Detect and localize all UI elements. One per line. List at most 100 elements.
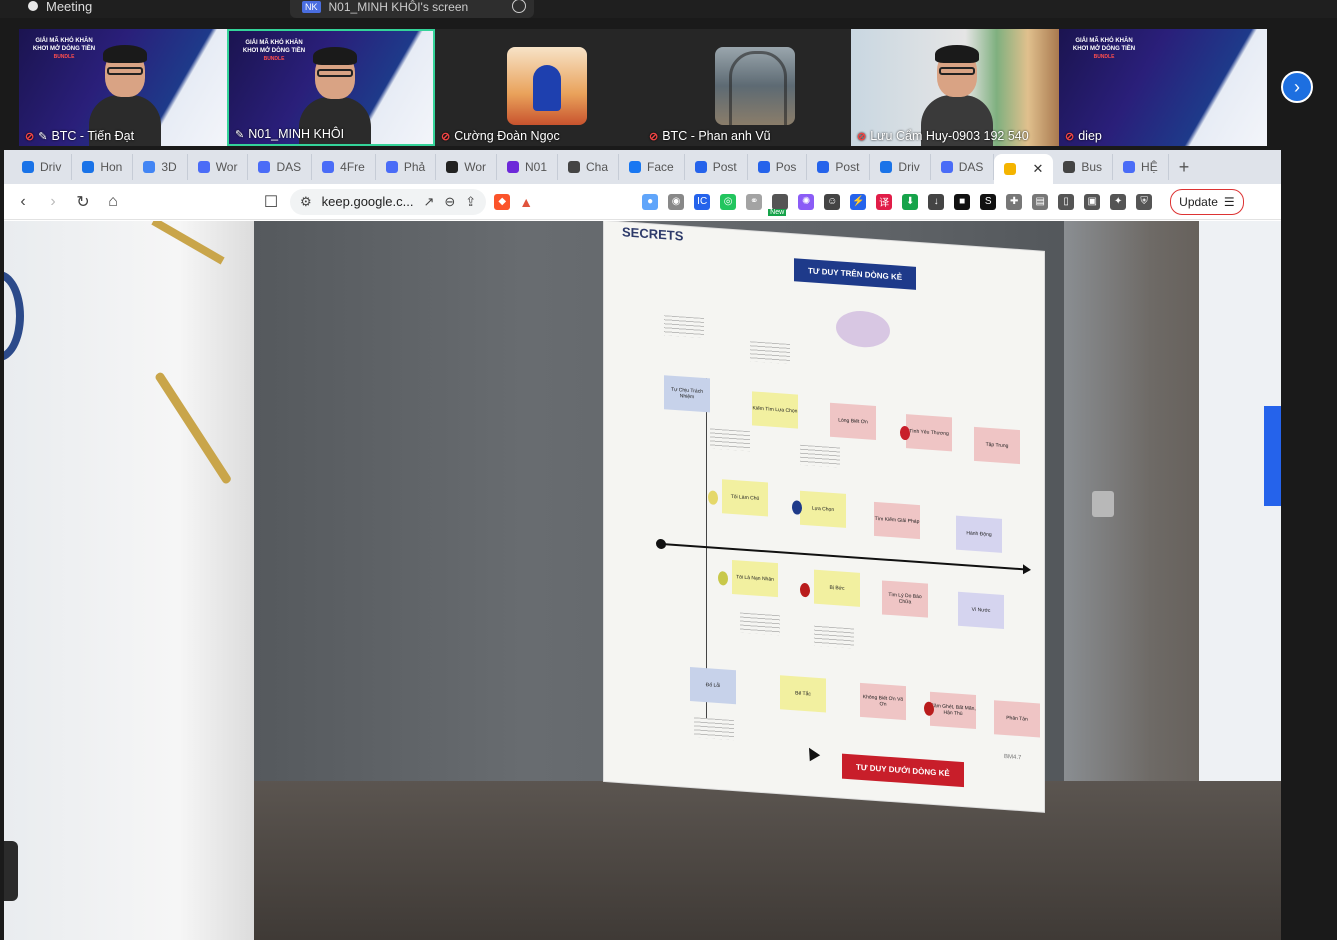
participant-tile[interactable]: GIẢI MÃ KHÓ KHĂN KHƠI MỞ DÒNG TIỀN BUNDLE … — [1059, 29, 1267, 146]
browser-tab[interactable]: Post — [807, 154, 871, 180]
update-button[interactable]: Update ☰ — [1170, 188, 1244, 215]
sidebar-icon[interactable]: ▯ — [1058, 193, 1075, 210]
doc-icon — [940, 161, 953, 173]
tab-label: HỆ — [1141, 160, 1158, 174]
browser-tab[interactable]: Wor — [188, 154, 249, 180]
camera-icon[interactable]: ◉ — [668, 193, 685, 210]
vpn-shield-icon[interactable]: ⛨ — [1136, 193, 1153, 210]
download-arrow-icon[interactable]: ⬇ — [902, 193, 919, 210]
participant-tile-active[interactable]: GIẢI MÃ KHÓ KHĂN KHƠI MỞ DÒNG TIỀN BUNDLE … — [227, 29, 435, 146]
board-note: Căm Ghét, Bất Mãn, Hận Thù — [930, 691, 976, 730]
drive-icon — [880, 161, 893, 173]
extension-drop-icon[interactable]: ● — [642, 193, 659, 210]
note-text-lines — [750, 341, 790, 365]
meeting-tab[interactable]: Meeting — [28, 0, 278, 16]
browser-tab[interactable]: Phả — [376, 154, 437, 180]
reload-button[interactable]: ↻ — [72, 191, 94, 213]
participant-tile[interactable]: ⊘ BTC - Phan anh Vũ — [643, 29, 851, 146]
browser-tab[interactable]: HỆ — [1113, 154, 1169, 180]
reading-list-icon[interactable]: ▤ — [1032, 193, 1049, 210]
keep-icon — [1004, 163, 1017, 175]
extension-new-icon[interactable]: New — [768, 193, 789, 216]
menu-icon: ☰ — [1223, 194, 1235, 209]
new-tab-button[interactable]: + — [1169, 157, 1200, 178]
extension-ic-icon[interactable]: IC — [694, 193, 711, 210]
open-external-icon[interactable]: ↗ — [423, 194, 434, 210]
extension-dark-icon[interactable]: ■ — [954, 193, 971, 210]
close-tab-icon[interactable]: ✕ — [1032, 161, 1043, 177]
zm-icon — [757, 161, 770, 173]
tab-label: Hon — [100, 160, 123, 174]
note-text-lines — [800, 444, 840, 468]
wall-left — [4, 221, 254, 940]
drive-icon — [22, 161, 34, 173]
brave-rewards-icon[interactable]: ▲ — [518, 194, 534, 210]
tab-label: Driv — [898, 160, 920, 174]
participant-tile[interactable]: GIẢI MÃ KHÓ KHĂN KHƠI MỞ DÒNG TIỀN BUNDLE … — [19, 29, 227, 146]
board-corner-text: BM4.7 — [1004, 753, 1022, 762]
tab-label: N01 — [524, 160, 547, 174]
browser-tab[interactable]: Face — [619, 154, 685, 180]
event-banner: GIẢI MÃ KHÓ KHĂN KHƠI MỞ DÒNG TIỀN BUNDLE — [1072, 38, 1136, 60]
browser-tab[interactable]: Wor — [436, 154, 497, 180]
browser-tab[interactable]: 4Fre — [312, 154, 376, 180]
browser-tab-active[interactable]: ✕ — [994, 154, 1054, 184]
extension-chat-icon[interactable]: ◎ — [720, 193, 737, 210]
share-icon[interactable]: ⇪ — [465, 194, 476, 210]
link-icon[interactable]: ⚭ — [746, 193, 763, 210]
lightning-icon[interactable]: ⚡ — [850, 193, 867, 210]
openai-icon — [568, 161, 580, 173]
note-text-lines — [740, 612, 780, 636]
tab-label: Wor — [464, 160, 486, 174]
participant-name: BTC - Phan anh Vũ — [662, 129, 771, 143]
participant-tile[interactable]: ⊘ Cường Đoàn Ngọc — [435, 29, 643, 146]
browser-tab[interactable]: Bus — [1053, 154, 1114, 180]
bookmark-icon[interactable]: ☐ — [260, 191, 282, 213]
browser-tab[interactable]: Cha — [558, 154, 620, 180]
participant-name: Cường Đoàn Ngọc — [454, 129, 560, 143]
mic-off-icon: ⊘ — [649, 130, 659, 143]
participant-name: diep — [1078, 129, 1102, 143]
address-bar[interactable]: ⚙ keep.google.c... ↗ ⊖ ⇪ — [290, 188, 487, 215]
meeting-topbar: Meeting NK N01_MINH KHÔI's screen — [0, 0, 1337, 18]
zoom-icon[interactable]: ⊖ — [444, 194, 455, 210]
ai-sparkle-icon[interactable]: ✦ — [1110, 193, 1127, 210]
home-button[interactable]: ⌂ — [102, 191, 124, 213]
brave-shield-icon[interactable]: ◆ — [494, 193, 511, 210]
doc-icon — [385, 161, 398, 173]
browser-tab[interactable]: Pos — [748, 154, 808, 180]
browser-tab[interactable]: DAS — [248, 154, 313, 180]
browser-tab[interactable]: Hon — [72, 154, 134, 180]
screen-share-tab[interactable]: NK N01_MINH KHÔI's screen — [290, 0, 534, 18]
browser-tab[interactable]: DAS — [931, 154, 995, 180]
site-settings-icon[interactable]: ⚙ — [300, 194, 312, 210]
participant-label: ✎ N01_MINH KHÔI — [235, 127, 344, 141]
extension-s-icon[interactable]: S — [980, 193, 997, 210]
note-text-lines — [710, 428, 750, 452]
forward-button[interactable]: › — [42, 191, 64, 213]
browser-tab[interactable]: Driv — [870, 154, 931, 180]
mic-off-icon: ⊘ — [1065, 130, 1075, 143]
note-text-lines — [664, 315, 704, 338]
browser-tab[interactable]: N01 — [497, 154, 558, 180]
next-participants-button[interactable]: › — [1281, 71, 1313, 103]
extension-globe-icon[interactable]: ✺ — [798, 193, 815, 210]
participant-tile[interactable]: ⊘ Lưu Cẩm Huy-0903 192 540 — [851, 29, 1059, 146]
extension-translate-icon[interactable]: 译 — [876, 193, 893, 210]
wallet-icon[interactable]: ▣ — [1084, 193, 1101, 210]
tab-label: Phả — [403, 160, 426, 174]
browser-tab[interactable]: Driv — [12, 154, 73, 180]
right-poster — [1199, 221, 1281, 781]
back-button[interactable]: ‹ — [12, 191, 34, 213]
chat-icon — [506, 161, 519, 173]
extension-face-icon[interactable]: ☺ — [824, 193, 841, 210]
emoji-icon — [924, 701, 934, 717]
participant-label: ⊘ Cường Đoàn Ngọc — [441, 129, 560, 143]
browser-tab[interactable]: Post — [685, 154, 748, 180]
download-icon[interactable]: ↓ — [928, 193, 945, 210]
browser-tab[interactable]: 3D — [133, 154, 188, 180]
floor — [254, 781, 1281, 940]
mindset-board: SECRETS TƯ DUY TRÊN DÒNG KẺ Tự Chịu Trác… — [604, 221, 1044, 812]
tab-label: Driv — [40, 160, 62, 174]
puzzle-icon[interactable]: ✚ — [1006, 193, 1023, 210]
